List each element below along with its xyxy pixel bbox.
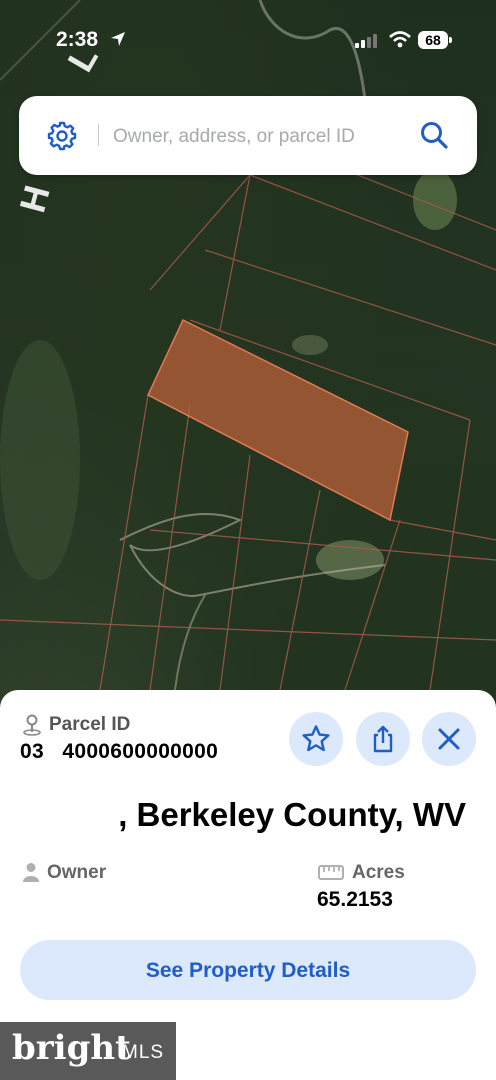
acres-label: Acres <box>352 862 405 883</box>
search-input[interactable] <box>111 116 415 158</box>
battery-cap <box>449 37 452 43</box>
search-bar <box>19 96 477 175</box>
watermark-brand: bright <box>12 1028 131 1068</box>
parcel-id-value: 03 4000600000000 <box>20 740 219 763</box>
selected-parcel[interactable] <box>147 318 409 522</box>
owner-label: Owner <box>47 862 107 883</box>
share-button[interactable] <box>356 712 410 766</box>
wifi-icon <box>389 31 411 48</box>
star-icon <box>302 725 330 752</box>
close-button[interactable] <box>422 712 476 766</box>
close-icon <box>438 728 460 750</box>
person-icon <box>23 863 39 882</box>
bright-mls-watermark: bright MLS <box>0 1022 176 1080</box>
see-property-details-button[interactable]: See Property Details <box>20 940 476 1000</box>
battery-level: 68 <box>418 31 448 49</box>
status-bar: 2:38 68 <box>0 28 496 58</box>
location-pin-icon <box>23 714 41 736</box>
search-icon[interactable] <box>419 120 449 150</box>
share-icon <box>373 725 393 753</box>
watermark-suffix: MLS <box>122 1042 165 1063</box>
parcel-id-label: Parcel ID <box>49 714 131 735</box>
ruler-icon <box>318 865 344 880</box>
status-time: 2:38 <box>56 28 99 51</box>
gear-icon[interactable] <box>47 121 77 151</box>
signal-icon <box>355 34 377 48</box>
location-arrow-icon <box>111 32 125 46</box>
acres-value: 65.2153 <box>317 888 393 911</box>
property-address: , Berkeley County, WV <box>118 796 466 833</box>
search-divider <box>98 124 99 146</box>
favorite-button[interactable] <box>289 712 343 766</box>
